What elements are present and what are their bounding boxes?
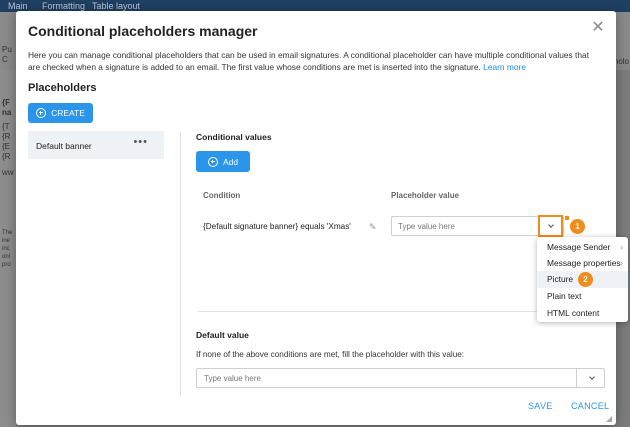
default-value-description: If none of the above conditions are met,… <box>196 350 465 359</box>
placeholder-list-item[interactable]: Default banner ••• <box>28 131 164 159</box>
ribbon-text-right: holo <box>613 57 629 66</box>
condition-text: {Default signature banner} equals 'Xmas' <box>203 222 351 231</box>
plus-circle-icon <box>36 108 47 118</box>
placeholder-label: Default banner <box>36 141 92 151</box>
chevron-right-icon: › <box>620 258 623 268</box>
menu-item-html-content[interactable]: HTML content <box>537 305 628 322</box>
edit-pencil-icon[interactable]: ✎ <box>369 222 379 232</box>
doc-text: na <box>2 108 12 117</box>
doc-text: {F <box>2 98 10 107</box>
menu-item-label: Plain text <box>547 291 582 301</box>
marker-pointer <box>565 216 569 220</box>
default-value-heading: Default value <box>196 330 249 340</box>
learn-more-link[interactable]: Learn more <box>483 62 526 72</box>
placeholders-heading: Placeholders <box>28 82 97 94</box>
create-button[interactable]: CREATE <box>28 103 93 123</box>
document-area: {F na {T {R {E {R ww The ine inc onl pro <box>0 70 16 427</box>
chevron-down-icon[interactable] <box>589 374 595 380</box>
conditional-placeholders-dialog: Conditional placeholders manager ✕ Here … <box>16 11 616 425</box>
ribbon-text: Pu <box>2 45 12 54</box>
doc-text: {T <box>2 122 10 131</box>
menu-item-message-properties[interactable]: Message properties › <box>537 255 628 272</box>
condition-column-header: Condition <box>203 191 241 200</box>
menu-item-message-sender[interactable]: Message Sender › <box>537 239 628 256</box>
ribbon-text: C <box>2 55 8 64</box>
chevron-right-icon: › <box>620 242 623 252</box>
input-separator <box>576 369 577 387</box>
add-button-label: Add <box>222 156 239 167</box>
menu-item-label: Message properties <box>547 258 621 268</box>
default-value-input[interactable]: Type value here <box>196 368 605 388</box>
conditional-values-heading: Conditional values <box>196 132 272 142</box>
doc-text: {R <box>2 152 11 161</box>
plus-circle-icon <box>207 156 218 167</box>
chevron-down-icon <box>547 222 554 228</box>
step-marker-1: 1 <box>570 219 585 234</box>
value-input-placeholder: Type value here <box>398 222 455 231</box>
menu-item-label: HTML content <box>547 308 600 318</box>
doc-text: {E <box>2 142 11 151</box>
add-button[interactable]: Add <box>196 151 250 172</box>
default-input-placeholder: Type value here <box>204 374 261 383</box>
panel-divider <box>180 132 181 397</box>
dialog-description: Here you can manage conditional placehol… <box>28 49 602 73</box>
menu-item-label: Picture <box>547 274 574 284</box>
step-marker-2: 2 <box>578 272 593 287</box>
resize-grip-icon[interactable]: ◢ <box>606 415 614 423</box>
placeholder-value-column-header: Placeholder value <box>391 191 460 200</box>
doc-text: {R <box>2 132 11 141</box>
doc-text: pro <box>2 262 11 268</box>
menu-item-label: Message Sender <box>547 242 611 252</box>
menu-item-plain-text[interactable]: Plain text <box>537 288 628 305</box>
dialog-title: Conditional placeholders manager <box>28 23 258 39</box>
doc-text: ww <box>2 168 14 177</box>
create-button-label: CREATE <box>51 108 85 118</box>
cancel-button[interactable]: CANCEL <box>571 401 609 411</box>
save-button[interactable]: SAVE <box>528 401 553 411</box>
close-icon[interactable]: ✕ <box>591 20 605 36</box>
more-options-icon[interactable]: ••• <box>133 136 148 148</box>
value-dropdown-button[interactable] <box>538 215 563 237</box>
